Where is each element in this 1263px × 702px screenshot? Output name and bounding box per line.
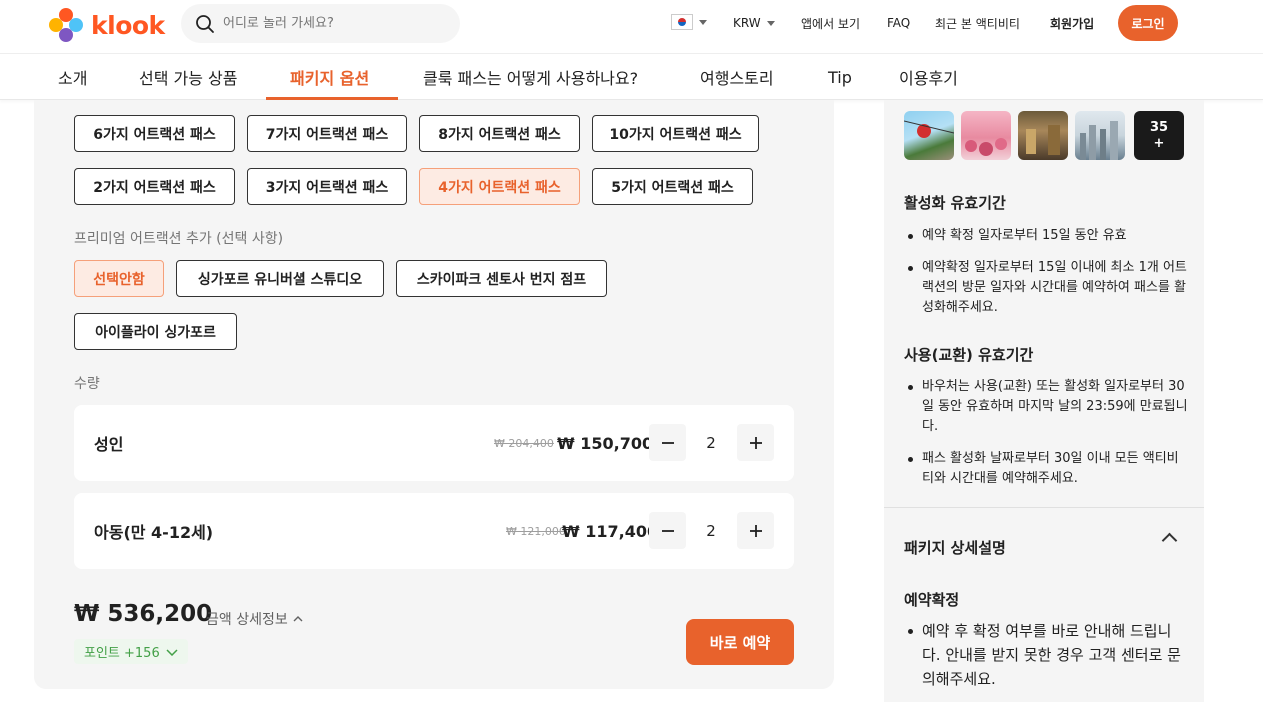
gallery-thumbnail[interactable] xyxy=(904,111,954,160)
premium-option-bungee[interactable]: 스카이파크 센토사 번지 점프 xyxy=(396,260,607,297)
sale-price: ₩ 150,700 xyxy=(557,433,654,453)
chevron-down-icon xyxy=(766,20,775,26)
search-input[interactable] xyxy=(223,16,443,31)
tab-how-to-use[interactable]: 클룩 패스는 어떻게 사용하나요? xyxy=(423,54,638,100)
points-label: 포인트 +156 xyxy=(84,646,160,661)
list-item: 패스 활성화 날짜로부터 30일 이내 모든 액티비티와 시간대를 예약해주세요… xyxy=(904,449,1189,489)
package-option-5[interactable]: 5가지 어트랙션 패스 xyxy=(592,168,753,205)
ticket-type-name: 아동(만 4-12세) xyxy=(94,523,214,542)
minus-icon xyxy=(661,441,674,444)
app-link[interactable]: 앱에서 보기 xyxy=(801,0,860,46)
plus-icon xyxy=(749,524,762,537)
original-price: ₩ 204,400 xyxy=(494,436,554,450)
login-button[interactable]: 로그인 xyxy=(1118,5,1178,41)
gallery-thumbnail[interactable] xyxy=(1018,111,1068,160)
package-detail-heading[interactable]: 패키지 상세설명 xyxy=(904,537,1006,558)
chevron-down-icon xyxy=(699,19,707,25)
quantity-value: 2 xyxy=(706,434,716,452)
quantity-row-adult: 성인 ₩ 204,400 ₩ 150,700 2 xyxy=(74,405,794,481)
pink-garden-image xyxy=(965,138,1007,156)
package-option-8[interactable]: 8가지 어트랙션 패스 xyxy=(419,115,580,152)
chevron-down-icon xyxy=(166,648,178,656)
minus-icon xyxy=(661,529,674,532)
currency-selector[interactable]: KRW xyxy=(733,0,775,46)
search-bar[interactable] xyxy=(181,4,460,43)
list-item: 예약 확정 일자로부터 15일 동안 유효 xyxy=(904,226,1189,246)
activation-validity-heading: 활성화 유효기간 xyxy=(904,194,1006,212)
city-skyline-image xyxy=(1080,121,1118,160)
gallery-thumbnail[interactable] xyxy=(961,111,1011,160)
list-item: 예약 후 확정 여부를 바로 안내해 드립니다. 안내를 받지 못한 경우 고객… xyxy=(904,619,1189,691)
quantity-label: 수량 xyxy=(74,376,100,392)
increment-button[interactable] xyxy=(737,512,774,549)
tab-reviews[interactable]: 이용후기 xyxy=(899,54,958,100)
plus-icon: + xyxy=(1153,135,1165,151)
usage-validity-heading: 사용(교환) 유효기간 xyxy=(904,346,1034,364)
search-icon xyxy=(196,14,214,33)
decrement-button[interactable] xyxy=(649,512,686,549)
klook-logo[interactable]: klook xyxy=(49,8,165,42)
package-option-10[interactable]: 10가지 어트랙션 패스 xyxy=(592,115,759,152)
original-price: ₩ 121,000 xyxy=(506,524,566,538)
package-option-6[interactable]: 6가지 어트랙션 패스 xyxy=(74,115,235,152)
tab-bar: 소개 선택 가능 상품 패키지 옵션 클룩 패스는 어떻게 사용하나요? 여행스… xyxy=(0,54,1263,100)
recently-viewed-link[interactable]: 최근 본 액티비티 xyxy=(935,0,1020,46)
booking-confirmation-list: 예약 후 확정 여부를 바로 안내해 드립니다. 안내를 받지 못한 경우 고객… xyxy=(904,619,1189,702)
faq-link[interactable]: FAQ xyxy=(887,0,910,46)
gallery-thumbnail[interactable] xyxy=(1075,111,1125,160)
museum-interior-image xyxy=(1026,125,1060,155)
booking-confirmation-heading: 예약확정 xyxy=(904,591,960,609)
package-option-2[interactable]: 2가지 어트랙션 패스 xyxy=(74,168,235,205)
tab-intro[interactable]: 소개 xyxy=(58,54,87,100)
increment-button[interactable] xyxy=(737,424,774,461)
right-info-panel: 35 + 활성화 유효기간 예약 확정 일자로부터 15일 동안 유효 예약확정… xyxy=(884,100,1204,702)
total-price: ₩ 536,200 xyxy=(74,601,213,627)
top-header: klook KRW 앱에서 보기 FAQ 최근 본 액티비티 회원가입 로그인 xyxy=(0,0,1263,54)
usage-validity-list: 바우처는 사용(교환) 또는 활성화 일자로부터 30일 동안 유효하며 마지막… xyxy=(904,377,1189,501)
gallery-more-button[interactable]: 35 + xyxy=(1134,111,1184,160)
premium-option-none-selected[interactable]: 선택안함 xyxy=(74,260,164,297)
list-item: 예약확정 일자로부터 15일 이내에 최소 1개 어트랙션의 방문 일자와 시간… xyxy=(904,258,1189,318)
logo-text: klook xyxy=(91,10,165,40)
premium-section-label: 프리미엄 어트랙션 추가 (선택 사항) xyxy=(74,231,284,247)
quantity-value: 2 xyxy=(706,522,716,540)
ticket-type-name: 성인 xyxy=(94,435,124,454)
tab-package-options[interactable]: 패키지 옵션 xyxy=(290,54,369,100)
list-item: 바우처는 사용(교환) 또는 활성화 일자로부터 30일 동안 유효하며 마지막… xyxy=(904,377,1189,437)
plus-icon xyxy=(749,436,762,449)
country-selector[interactable] xyxy=(671,14,707,30)
chevron-up-icon xyxy=(293,616,303,622)
korea-flag-icon xyxy=(671,14,693,30)
tab-tip[interactable]: Tip xyxy=(828,54,852,100)
points-badge[interactable]: 포인트 +156 xyxy=(74,639,188,664)
price-detail-toggle[interactable]: 금액 상세정보 xyxy=(206,609,303,629)
gallery-more-count: 35 xyxy=(1149,119,1169,135)
signup-link[interactable]: 회원가입 xyxy=(1050,0,1094,46)
package-option-7[interactable]: 7가지 어트랙션 패스 xyxy=(247,115,407,152)
premium-option-universal[interactable]: 싱가포르 유니버셜 스튜디오 xyxy=(176,260,384,297)
klook-logo-icon xyxy=(49,8,85,42)
cable-car-image xyxy=(904,120,954,138)
sale-price: ₩ 117,400 xyxy=(562,521,659,541)
tab-travel-stories[interactable]: 여행스토리 xyxy=(700,54,774,100)
premium-option-iflyl[interactable]: 아이플라이 싱가포르 xyxy=(74,313,237,350)
package-option-3[interactable]: 3가지 어트랙션 패스 xyxy=(247,168,407,205)
activation-validity-list: 예약 확정 일자로부터 15일 동안 유효 예약확정 일자로부터 15일 이내에… xyxy=(904,226,1189,330)
chevron-up-icon[interactable] xyxy=(1161,532,1178,549)
book-now-button[interactable]: 바로 예약 xyxy=(686,619,794,665)
divider xyxy=(884,507,1204,508)
currency-label: KRW xyxy=(733,16,761,30)
tab-available-products[interactable]: 선택 가능 상품 xyxy=(139,54,238,100)
price-detail-label: 금액 상세정보 xyxy=(206,612,288,628)
decrement-button[interactable] xyxy=(649,424,686,461)
package-option-4-selected[interactable]: 4가지 어트랙션 패스 xyxy=(419,168,580,205)
quantity-row-child: 아동(만 4-12세) ₩ 121,000 ₩ 117,400 2 xyxy=(74,493,794,569)
